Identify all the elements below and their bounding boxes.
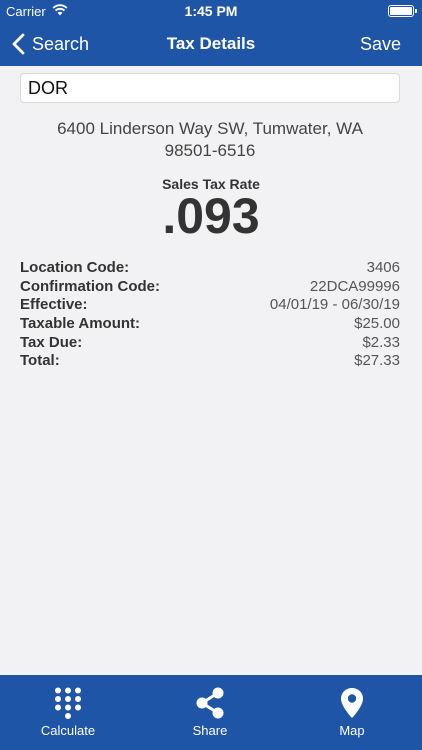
name-field[interactable] — [20, 73, 400, 103]
detail-label: Taxable Amount: — [20, 315, 141, 333]
detail-row-effective: Effective: 04/01/19 - 06/30/19 — [20, 296, 400, 315]
share-icon — [196, 687, 224, 719]
detail-value: $25.00 — [354, 315, 400, 333]
detail-value: $2.33 — [362, 333, 400, 351]
clock: 1:45 PM — [184, 3, 238, 19]
tab-bar: Calculate Share Map — [0, 675, 422, 750]
detail-label: Confirmation Code: — [20, 277, 160, 295]
tab-map-label: Map — [339, 723, 365, 738]
detail-label: Location Code: — [20, 259, 130, 276]
detail-row-taxable-amount: Taxable Amount: $25.00 — [20, 315, 400, 334]
detail-row-location-code: Location Code: 3406 — [20, 259, 400, 278]
detail-row-confirmation-code: Confirmation Code: 22DCA99996 — [20, 278, 400, 297]
address: 6400 Linderson Way SW, Tumwater, WA 9850… — [20, 118, 400, 162]
detail-value: $27.33 — [354, 352, 400, 370]
tab-calculate-label: Calculate — [40, 723, 96, 738]
status-bar: Carrier 1:45 PM — [0, 0, 422, 22]
detail-value: 04/01/19 - 06/30/19 — [269, 296, 400, 314]
tab-share-label: Share — [192, 723, 228, 738]
detail-row-total: Total: $27.33 — [20, 352, 400, 371]
address-line-2: 98501-6516 — [164, 141, 256, 160]
tab-map[interactable]: Map — [282, 675, 422, 750]
detail-label: Tax Due: — [20, 333, 83, 351]
top-bar: Carrier 1:45 PM Search Tax Details Save — [0, 0, 422, 66]
details-list: Location Code: 3406 Confirmation Code: 2… — [20, 259, 400, 371]
map-pin-icon — [341, 688, 363, 718]
back-button[interactable]: Search — [12, 32, 89, 56]
back-button-label: Search — [32, 33, 90, 54]
keypad-icon — [55, 687, 81, 719]
tab-calculate[interactable]: Calculate — [0, 675, 138, 750]
battery-icon — [388, 5, 417, 17]
detail-value: 22DCA99996 — [309, 277, 400, 295]
save-button[interactable]: Save — [360, 34, 401, 55]
detail-row-tax-due: Tax Due: $2.33 — [20, 334, 400, 353]
detail-label: Total: — [20, 352, 60, 370]
navigation-bar: Search Tax Details Save — [0, 22, 422, 66]
address-line-1: 6400 Linderson Way SW, Tumwater, WA — [57, 119, 363, 138]
detail-label: Effective: — [20, 296, 88, 314]
tab-share[interactable]: Share — [140, 675, 280, 750]
detail-value: 3406 — [366, 259, 400, 276]
chevron-left-icon — [12, 33, 25, 55]
rate-value: .093 — [162, 188, 260, 244]
